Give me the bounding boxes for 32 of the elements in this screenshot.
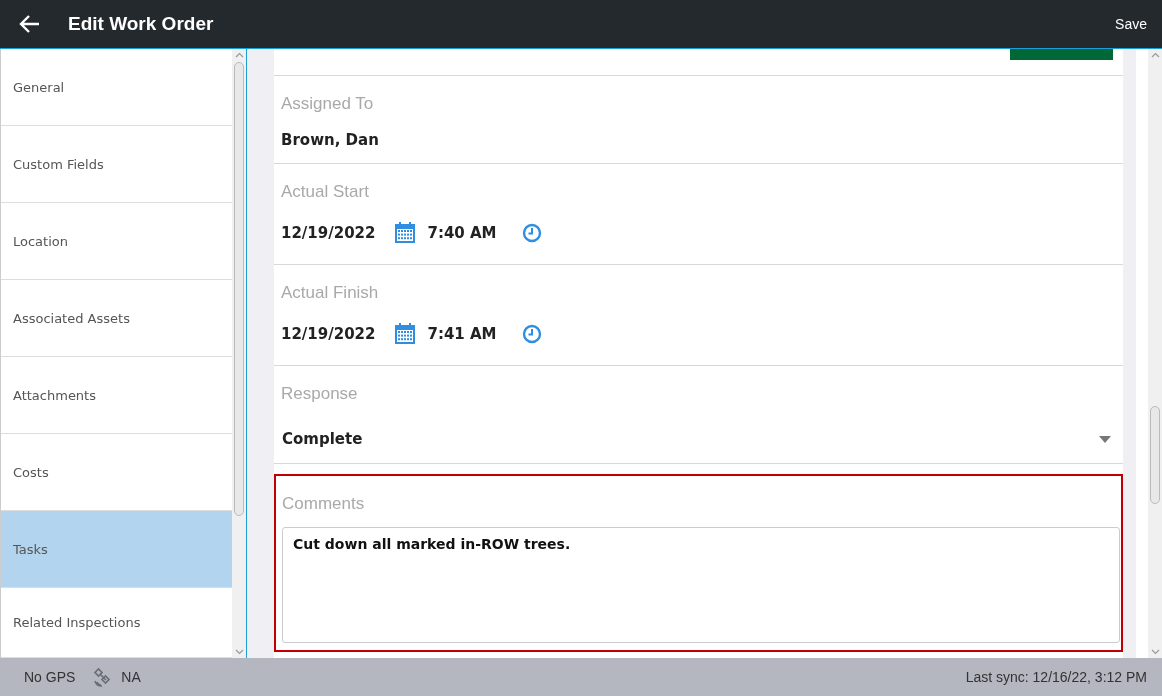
time-value: 7:40 AM bbox=[427, 223, 497, 242]
field-label: Assigned To bbox=[281, 94, 375, 114]
calendar-icon[interactable] bbox=[395, 222, 416, 243]
response-dropdown[interactable]: Complete bbox=[281, 428, 1116, 450]
field-label: Actual Finish bbox=[281, 283, 380, 303]
last-sync-text: Last sync: 12/16/22, 3:12 PM bbox=[965, 669, 1147, 685]
scroll-down-caret-icon[interactable] bbox=[1150, 649, 1160, 655]
field-value: Brown, Dan bbox=[281, 131, 380, 149]
scroll-thumb[interactable] bbox=[1150, 406, 1160, 504]
scrollbar[interactable] bbox=[1148, 49, 1162, 658]
page-title: Edit Work Order bbox=[68, 13, 214, 35]
comments-text-area[interactable]: Cut down all marked in-ROW trees. bbox=[282, 527, 1120, 643]
scroll-up-caret-icon[interactable] bbox=[1150, 52, 1160, 58]
scroll-thumb[interactable] bbox=[234, 62, 244, 516]
save-button[interactable]: Save bbox=[1115, 14, 1147, 34]
scroll-down-caret-icon[interactable] bbox=[234, 649, 244, 655]
scroll-up-caret-icon[interactable] bbox=[234, 52, 244, 58]
field-label: Actual Start bbox=[281, 182, 370, 202]
clock-icon[interactable] bbox=[521, 222, 542, 243]
scrollbar[interactable] bbox=[232, 49, 246, 658]
back-arrow-icon[interactable] bbox=[19, 14, 41, 34]
sidebar-item[interactable]: Tasks bbox=[1, 511, 232, 588]
date-value: 12/19/2022 bbox=[281, 324, 376, 343]
gps-status: No GPS bbox=[24, 669, 76, 685]
signal-status: NA bbox=[121, 669, 141, 685]
clock-icon[interactable] bbox=[521, 323, 542, 344]
time-value: 7:41 AM bbox=[427, 324, 497, 343]
dropdown-caret-icon bbox=[1099, 435, 1111, 443]
date-value: 12/19/2022 bbox=[281, 223, 376, 242]
calendar-icon[interactable] bbox=[395, 323, 416, 344]
field-label: Response bbox=[281, 384, 359, 404]
field-label: Comments bbox=[282, 494, 366, 514]
